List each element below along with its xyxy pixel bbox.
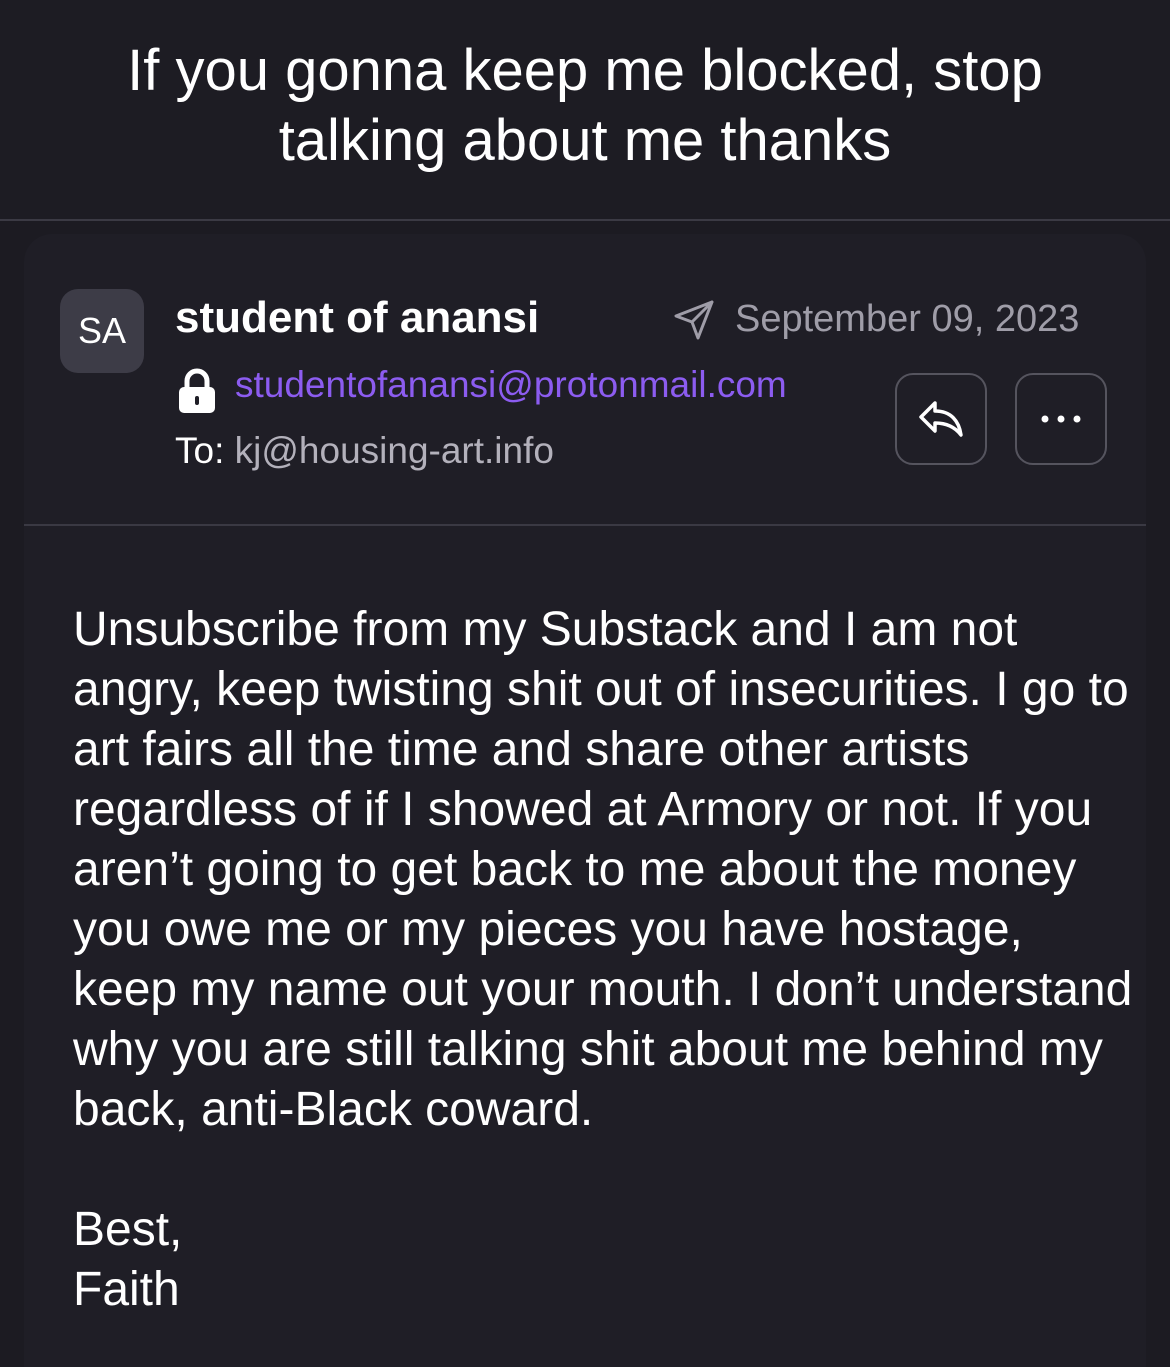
closing-line: Best, [73, 1203, 183, 1256]
more-options-icon [1041, 415, 1081, 423]
recipient-line: To: kj@housing-art.info [175, 427, 554, 475]
header-divider [24, 524, 1146, 526]
message-card: SA student of anansi September 09, 2023 … [24, 234, 1146, 1367]
sender-email[interactable]: studentofanansi@protonmail.com [235, 361, 787, 409]
message-body: Unsubscribe from my Substack and I am no… [73, 600, 1133, 1320]
subject-header: If you gonna keep me blocked, stop talki… [0, 0, 1170, 221]
more-options-button[interactable] [1015, 373, 1107, 465]
paper-plane-icon [674, 300, 714, 340]
signature: Faith [73, 1263, 180, 1316]
lock-icon [179, 368, 215, 413]
email-subject: If you gonna keep me blocked, stop talki… [127, 37, 1043, 173]
reply-icon [919, 401, 963, 437]
sender-name[interactable]: student of anansi [175, 292, 539, 344]
reply-button[interactable] [895, 373, 987, 465]
recipient-address[interactable]: kj@housing-art.info [235, 430, 554, 471]
email-view: If you gonna keep me blocked, stop talki… [0, 0, 1170, 1367]
body-paragraph: Unsubscribe from my Substack and I am no… [73, 603, 1133, 1136]
recipient-label: To: [175, 430, 225, 471]
sent-date: September 09, 2023 [735, 298, 1080, 340]
sender-avatar: SA [60, 289, 144, 373]
